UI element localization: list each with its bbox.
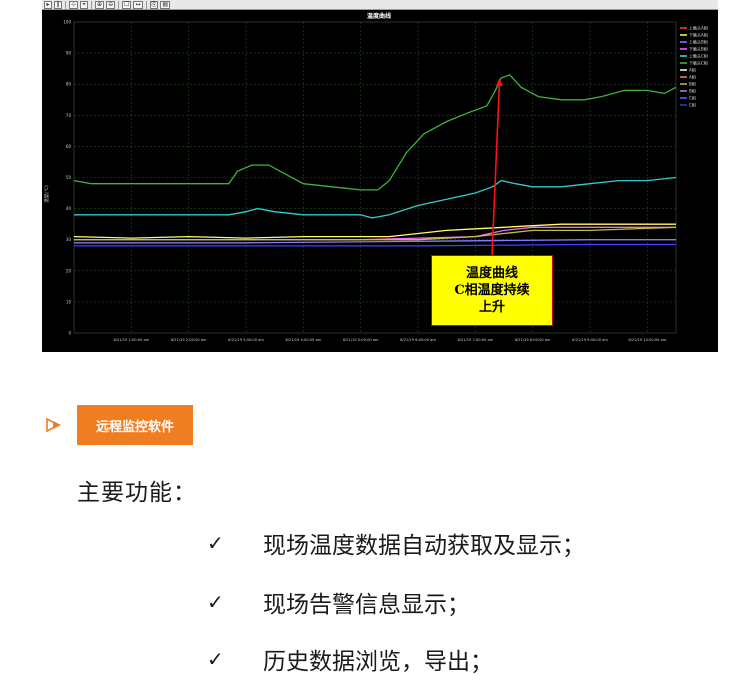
- y-tick-label: 10: [66, 299, 72, 304]
- callout-line-3: 上升: [478, 300, 505, 315]
- x-tick-label: 6/21/19 2:00:00 am: [171, 338, 207, 342]
- legend-entry: B相: [689, 81, 696, 87]
- features-heading: 主要功能：: [77, 480, 197, 506]
- legend-entry: 上触头B相: [689, 39, 708, 45]
- callout-line-2: C相温度持续: [454, 283, 530, 298]
- series-line: [73, 223, 676, 239]
- feature-text: 现场告警信息显示；: [263, 592, 470, 618]
- callout-line-1: 温度曲线: [465, 266, 518, 281]
- y-axis-ticks: 0 10 20 30 40 50 60 70 80 90 100: [63, 20, 71, 336]
- arrow-head: [495, 77, 503, 86]
- arrow-marker-icon: [46, 417, 61, 433]
- chart-title: 温度曲线: [367, 12, 391, 20]
- pan-button[interactable]: ↔: [133, 0, 143, 9]
- x-tick-label: 6/21/19 10:00:00 am: [628, 338, 666, 342]
- y-tick-label: 30: [66, 237, 72, 242]
- copy-button[interactable]: ⎘: [149, 0, 159, 9]
- pause-button[interactable]: ‖: [54, 0, 62, 9]
- legend-entry: 下触头A相: [689, 32, 708, 38]
- select-box-button[interactable]: ☐: [122, 0, 132, 9]
- legend-entry: C相: [689, 102, 696, 108]
- y-tick-label: 60: [66, 144, 72, 149]
- legend-entry: A相: [689, 67, 696, 73]
- pointer-button[interactable]: ⌖: [80, 0, 89, 9]
- x-tick-label: 6/21/19 9:00:00 am: [572, 338, 608, 342]
- legend-entry: 下触头C相: [689, 60, 708, 66]
- x-tick-label: 6/21/19 4:00:00 am: [285, 338, 321, 342]
- legend-entry: A相: [689, 74, 696, 80]
- y-tick-label: 20: [66, 268, 72, 273]
- y-tick-label: 100: [63, 20, 71, 25]
- toolbar-separator: [65, 0, 66, 9]
- y-tick-label: 50: [66, 175, 72, 180]
- feature-item: ✓ 现场温度数据自动获取及显示；: [207, 526, 585, 560]
- feature-text: 现场温度数据自动获取及显示；: [263, 533, 585, 559]
- section-title: 远程监控软件: [77, 405, 194, 445]
- section-header: 远程监控软件: [45, 405, 194, 445]
- legend-entry: 上触头A相: [689, 25, 708, 31]
- check-icon: ✓: [207, 647, 224, 671]
- legend-entry: 下触头B相: [689, 46, 708, 52]
- toolbar-separator: [91, 0, 93, 9]
- x-tick-label: 6/21/19 5:00:00 am: [343, 338, 379, 342]
- y-tick-label: 0: [68, 331, 71, 336]
- chart-series: [73, 74, 677, 247]
- zoom-out-button[interactable]: ⊖: [106, 0, 116, 9]
- feature-text: 历史数据浏览，导出；: [263, 649, 493, 675]
- series-line: [74, 243, 676, 247]
- x-tick-label: 6/21/19 6:00:00 am: [400, 338, 436, 342]
- series-line: [73, 74, 677, 191]
- arrow-shaft: [491, 83, 501, 256]
- y-tick-label: 90: [66, 51, 72, 56]
- feature-item: ✓ 历史数据浏览，导出；: [207, 642, 493, 676]
- legend-entry: B相: [689, 88, 696, 94]
- toolbar-separator: [118, 0, 120, 9]
- legend-entry: C相: [689, 95, 696, 101]
- chart-grid: [73, 21, 677, 334]
- crosshair-button[interactable]: ⊹: [69, 0, 79, 9]
- zoom-in-button[interactable]: ⊕: [95, 0, 105, 9]
- y-tick-label: 40: [66, 206, 72, 211]
- x-tick-label: 6/21/19 1:00:00 am: [113, 338, 149, 342]
- y-tick-label: 80: [66, 82, 72, 87]
- feature-item: ✓ 现场告警信息显示；: [207, 585, 470, 619]
- annotation-callout: 温度曲线 C相温度持续 上升: [431, 255, 553, 326]
- x-axis-ticks: 6/21/19 1:00:00 am 6/21/19 2:00:00 am 6/21…: [113, 338, 666, 342]
- chart-legend: 上触头A相下触头A相上触头B相下触头B相上触头C相下触头C相A相A相B相B相C相…: [680, 25, 708, 108]
- check-icon: ✓: [207, 531, 224, 555]
- y-axis-label: 温度(℃): [43, 185, 50, 203]
- save-button[interactable]: ▤: [160, 0, 170, 9]
- toolbar-separator: [145, 0, 147, 9]
- legend-entry: 上触头C相: [689, 53, 708, 59]
- temperature-chart: 温度曲线 温度(℃) 0 10 20 30 40 50 60 70 80 90 100 6/21/1…: [43, 12, 708, 342]
- y-tick-label: 70: [66, 113, 72, 118]
- x-tick-label: 6/21/19 7:00:00 am: [457, 338, 493, 342]
- check-icon: ✓: [207, 590, 224, 614]
- x-tick-label: 6/21/19 3:00:00 am: [228, 338, 264, 342]
- x-tick-label: 6/21/19 8:00:00 am: [515, 338, 551, 342]
- chart-toolbar: ▸ ‖ ⊹ ⌖ ⊕ ⊖ ☐ ↔ ⎘ ▤: [42, 0, 718, 10]
- play-button[interactable]: ▸: [44, 0, 52, 9]
- monitoring-software-screenshot: ▸ ‖ ⊹ ⌖ ⊕ ⊖ ☐ ↔ ⎘ ▤ 温度曲线 温度(℃) 0 10 20 30 40…: [42, 0, 718, 352]
- callout-arrow: [491, 77, 503, 256]
